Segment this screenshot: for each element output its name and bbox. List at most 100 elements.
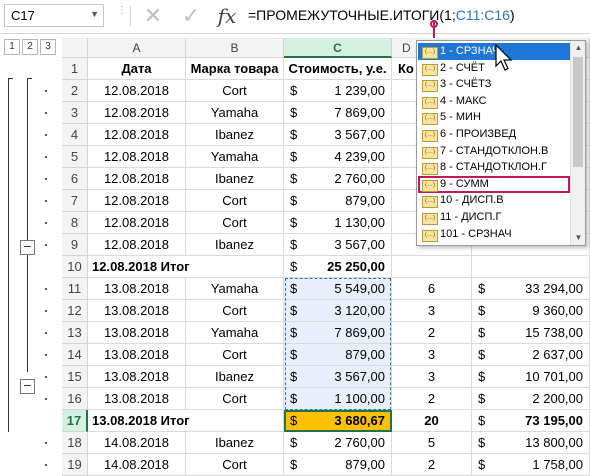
cell-date[interactable]: 12.08.2018	[88, 102, 186, 124]
cell-cost[interactable]: $879,00	[284, 454, 392, 476]
cell-qty[interactable]: 2	[392, 454, 472, 476]
cell-brand[interactable]: Cort	[186, 212, 284, 234]
cell-date[interactable]: 12.08.2018	[88, 212, 186, 234]
column-header-c[interactable]: C	[284, 38, 392, 58]
row-header[interactable]: 12	[62, 300, 88, 322]
cell-brand[interactable]: Ibanez	[186, 124, 284, 146]
cell-brand[interactable]	[186, 256, 284, 278]
drag-handle-icon[interactable]: ⋮	[117, 6, 127, 24]
function-option[interactable]: (…) 4 - МАКС	[418, 93, 570, 110]
cell-total[interactable]: $2 637,00	[472, 344, 590, 366]
cell-brand[interactable]: Cort	[186, 388, 284, 410]
cell-brand[interactable]: Ibanez	[186, 432, 284, 454]
name-box[interactable]: C17 ▼	[4, 4, 104, 27]
cell-cost[interactable]: $3 680,67	[284, 410, 392, 432]
cancel-icon[interactable]: ✕	[140, 3, 166, 29]
row-header[interactable]: 7	[62, 190, 88, 212]
cell-cost[interactable]: $879,00	[284, 190, 392, 212]
cell-total[interactable]: $9 360,00	[472, 300, 590, 322]
cell-qty[interactable]: 3	[392, 300, 472, 322]
outline-level-2-button[interactable]: 2	[22, 39, 38, 55]
outline-level-1-button[interactable]: 1	[4, 39, 20, 55]
cell-cost[interactable]: $7 869,00	[284, 102, 392, 124]
cell-cost[interactable]: $1 130,00	[284, 212, 392, 234]
function-option[interactable]: (…) 6 - ПРОИЗВЕД	[418, 126, 570, 143]
row-header[interactable]: 1	[62, 58, 88, 80]
function-option[interactable]: (…) 11 - ДИСП.Г	[418, 209, 570, 226]
cell-date[interactable]: 13.08.2018	[88, 366, 186, 388]
cell-brand[interactable]: Yamaha	[186, 102, 284, 124]
cell-cost[interactable]: $1 239,00	[284, 80, 392, 102]
cell-cost[interactable]: $2 760,00	[284, 168, 392, 190]
cell-cost[interactable]: $25 250,00	[284, 256, 392, 278]
cell-cost[interactable]: $2 760,00	[284, 432, 392, 454]
cell-date[interactable]: 13.08.2018 Итог	[88, 410, 190, 432]
column-header-a[interactable]: A	[88, 38, 186, 58]
row-header[interactable]: 19	[62, 454, 88, 476]
row-header[interactable]: 18	[62, 432, 88, 454]
row-header[interactable]: 3	[62, 102, 88, 124]
cell-date[interactable]: 13.08.2018	[88, 300, 186, 322]
cell-qty[interactable]: 3	[392, 344, 472, 366]
function-option[interactable]: (…) 10 - ДИСП.В	[418, 192, 570, 209]
cell-qty[interactable]: 20	[392, 410, 472, 432]
cell-qty[interactable]	[392, 256, 472, 278]
cell-brand[interactable]: Cort	[186, 80, 284, 102]
scroll-up-icon[interactable]: ▲	[571, 41, 586, 55]
header-cell-cost[interactable]: Стоимость, у.е.	[284, 58, 392, 80]
function-option[interactable]: (…) 8 - СТАНДОТКЛОН.Г	[418, 159, 570, 176]
outline-level-3-button[interactable]: 3	[40, 39, 56, 55]
function-option[interactable]: (…) 101 - СРЗНАЧ	[418, 226, 570, 243]
row-header[interactable]: 13	[62, 322, 88, 344]
cell-date[interactable]: 12.08.2018	[88, 168, 186, 190]
cell-date[interactable]: 13.08.2018	[88, 278, 186, 300]
row-header[interactable]: 11	[62, 278, 88, 300]
function-option[interactable]: (…) 7 - СТАНДОТКЛОН.В	[418, 143, 570, 160]
cell-total[interactable]: $1 758,00	[472, 454, 590, 476]
row-header[interactable]: 14	[62, 344, 88, 366]
row-header[interactable]: 16	[62, 388, 88, 410]
row-header[interactable]: 8	[62, 212, 88, 234]
cell-date[interactable]: 14.08.2018	[88, 432, 186, 454]
cell-brand[interactable]: Cort	[186, 300, 284, 322]
cell-total[interactable]: $2 200,00	[472, 388, 590, 410]
header-cell-brand[interactable]: Марка товара	[186, 58, 284, 80]
cell-brand[interactable]: Ibanez	[186, 168, 284, 190]
cell-brand[interactable]: Ibanez	[186, 234, 284, 256]
chevron-down-icon[interactable]: ▼	[90, 9, 99, 19]
cell-date[interactable]: 13.08.2018	[88, 388, 186, 410]
scroll-down-icon[interactable]: ▼	[571, 231, 586, 245]
cell-brand[interactable]: Yamaha	[186, 322, 284, 344]
cell-brand[interactable]: Cort	[186, 190, 284, 212]
cell-cost[interactable]: $4 239,00	[284, 146, 392, 168]
cell-date[interactable]: 12.08.2018	[88, 124, 186, 146]
cell-date[interactable]: 13.08.2018	[88, 322, 186, 344]
function-option[interactable]: (…) 3 - СЧЁТЗ	[418, 76, 570, 93]
collapse-group-button[interactable]: −	[20, 239, 35, 255]
function-option[interactable]: (…) 9 - СУММ	[418, 175, 570, 193]
cell-cost[interactable]: $3 567,00	[284, 234, 392, 256]
cell-date[interactable]: 12.08.2018 Итог	[88, 256, 190, 278]
row-header[interactable]: 10	[62, 256, 88, 278]
column-header-b[interactable]: B	[186, 38, 284, 58]
function-option[interactable]: (…) 5 - МИН	[418, 109, 570, 126]
cell-qty[interactable]: 6	[392, 278, 472, 300]
row-header[interactable]: 5	[62, 146, 88, 168]
cell-date[interactable]: 12.08.2018	[88, 190, 186, 212]
dropdown-scrollbar[interactable]: ▲ ▼	[570, 41, 585, 245]
cell-brand[interactable]: Cort	[186, 454, 284, 476]
cell-date[interactable]: 12.08.2018	[88, 146, 186, 168]
cell-brand[interactable]	[186, 410, 284, 432]
cell-total[interactable]	[472, 256, 590, 278]
row-header[interactable]: 6	[62, 168, 88, 190]
cell-date[interactable]: 12.08.2018	[88, 80, 186, 102]
cell-qty[interactable]: 2	[392, 388, 472, 410]
cell-brand[interactable]: Yamaha	[186, 278, 284, 300]
collapse-group-button[interactable]: −	[20, 378, 35, 394]
cell-cost[interactable]: $3 567,00	[284, 124, 392, 146]
row-header[interactable]: 9	[62, 234, 88, 256]
cell-total[interactable]: $13 800,00	[472, 432, 590, 454]
cell-brand[interactable]: Yamaha	[186, 146, 284, 168]
insert-function-icon[interactable]: fx	[214, 3, 240, 29]
enter-check-icon[interactable]: ✓	[178, 3, 204, 29]
